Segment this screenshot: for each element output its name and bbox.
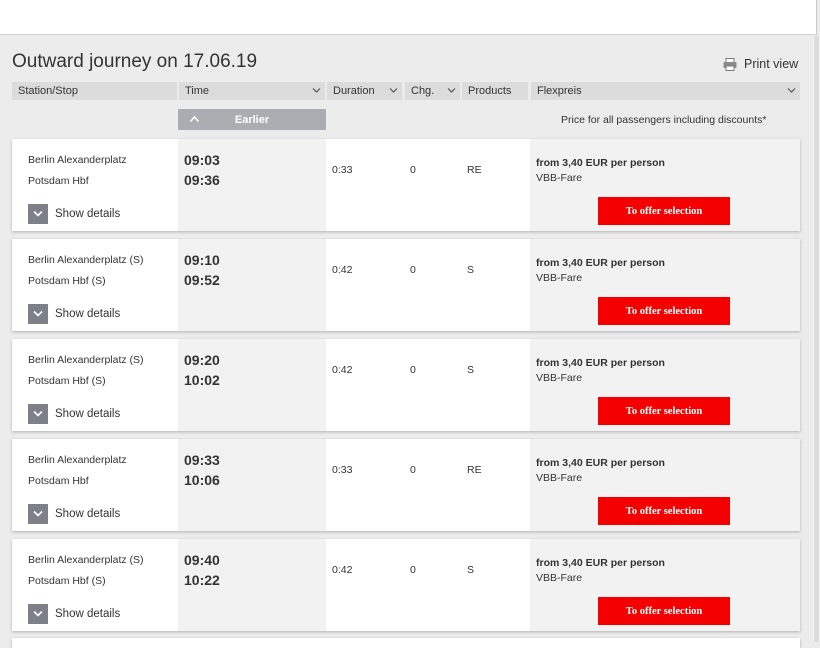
products: S	[467, 364, 475, 376]
connection-card: Berlin Alexanderplatz (S) Potsdam Hbf (S…	[12, 239, 800, 331]
show-details-label: Show details	[55, 607, 121, 620]
column-header-products: Products	[462, 82, 528, 100]
departure-time: 09:03	[184, 152, 220, 168]
fare-name: VBB-Fare	[536, 272, 583, 284]
chevron-down-icon	[28, 503, 48, 524]
print-view-link[interactable]: Print view	[723, 55, 798, 73]
departure-time: 09:20	[184, 352, 220, 368]
connection-card: Berlin Alexanderplatz (S) Potsdam Hbf (S…	[12, 539, 800, 631]
column-header-changes[interactable]: Chg.	[405, 82, 460, 100]
arrival-station: Potsdam Hbf (S)	[28, 575, 106, 587]
offer-selection-button[interactable]: To offer selection	[598, 297, 730, 325]
duration: 0:42	[332, 264, 353, 276]
duration: 0:42	[332, 564, 353, 576]
price-text: from 3,40 EUR per person	[536, 357, 665, 369]
chevron-down-icon	[28, 603, 48, 624]
changes: 0	[410, 564, 416, 576]
chevron-up-icon	[189, 115, 200, 123]
departure-station: Berlin Alexanderplatz (S)	[28, 554, 144, 566]
chevron-down-icon	[787, 88, 796, 93]
show-details-label: Show details	[55, 407, 121, 420]
duration: 0:33	[332, 464, 353, 476]
scrollbar-thumb[interactable]	[814, 36, 819, 642]
fare-name: VBB-Fare	[536, 372, 583, 384]
connection-card: Berlin Alexanderplatz (S) Potsdam Hbf (S…	[12, 339, 800, 431]
column-header-time[interactable]: Time	[179, 82, 325, 100]
offer-selection-button[interactable]: To offer selection	[598, 397, 730, 425]
printer-icon	[723, 57, 737, 71]
print-view-label: Print view	[744, 57, 799, 71]
products: S	[467, 564, 475, 576]
products: RE	[467, 164, 482, 176]
price-text: from 3,40 EUR per person	[536, 457, 665, 469]
changes: 0	[410, 264, 416, 276]
column-header-duration[interactable]: Duration	[327, 82, 402, 100]
offer-selection-button[interactable]: To offer selection	[598, 197, 730, 225]
chevron-down-icon	[28, 403, 48, 424]
fare-name: VBB-Fare	[536, 572, 583, 584]
offer-selection-button[interactable]: To offer selection	[598, 497, 730, 525]
show-details-toggle[interactable]: Show details	[28, 503, 120, 524]
departure-time: 09:10	[184, 252, 220, 268]
arrival-time: 10:06	[184, 472, 220, 488]
connection-card: Berlin Alexanderplatz Potsdam Hbf 09:03 …	[12, 139, 800, 231]
column-header-flexpreis[interactable]: Flexpreis	[531, 82, 800, 100]
departure-station: Berlin Alexanderplatz (S)	[28, 254, 144, 266]
page-title: Outward journey on 17.06.19	[12, 51, 258, 72]
arrival-station: Potsdam Hbf (S)	[28, 375, 106, 387]
arrival-station: Potsdam Hbf (S)	[28, 275, 106, 287]
changes: 0	[410, 164, 416, 176]
connection-card-partial	[12, 638, 800, 648]
chevron-down-icon	[447, 88, 456, 93]
price-text: from 3,40 EUR per person	[536, 157, 665, 169]
price-text: from 3,40 EUR per person	[536, 257, 665, 269]
departure-time: 09:33	[184, 452, 220, 468]
duration: 0:42	[332, 364, 353, 376]
changes: 0	[410, 364, 416, 376]
arrival-time: 09:36	[184, 172, 220, 188]
changes: 0	[410, 464, 416, 476]
show-details-toggle[interactable]: Show details	[28, 303, 120, 324]
show-details-label: Show details	[55, 207, 121, 220]
top-bar	[0, 0, 817, 35]
earlier-label: Earlier	[234, 113, 270, 126]
arrival-station: Potsdam Hbf	[28, 475, 89, 487]
chevron-down-icon	[312, 88, 321, 93]
arrival-time: 09:52	[184, 272, 220, 288]
fare-name: VBB-Fare	[536, 172, 583, 184]
earlier-button[interactable]: Earlier	[178, 109, 326, 130]
chevron-down-icon	[28, 303, 48, 324]
column-header-station: Station/Stop	[12, 82, 177, 100]
departure-time: 09:40	[184, 552, 220, 568]
departure-station: Berlin Alexanderplatz	[28, 154, 127, 166]
chevron-down-icon	[28, 203, 48, 224]
show-details-label: Show details	[55, 507, 121, 520]
price-note: Price for all passengers including disco…	[561, 114, 767, 126]
departure-station: Berlin Alexanderplatz (S)	[28, 354, 144, 366]
products: RE	[467, 464, 482, 476]
show-details-toggle[interactable]: Show details	[28, 403, 120, 424]
duration: 0:33	[332, 164, 353, 176]
connection-card: Berlin Alexanderplatz Potsdam Hbf 09:33 …	[12, 439, 800, 531]
offer-selection-button[interactable]: To offer selection	[598, 597, 730, 625]
fare-name: VBB-Fare	[536, 472, 583, 484]
products: S	[467, 264, 475, 276]
arrival-time: 10:02	[184, 372, 220, 388]
show-details-toggle[interactable]: Show details	[28, 203, 120, 224]
departure-station: Berlin Alexanderplatz	[28, 454, 127, 466]
show-details-label: Show details	[55, 307, 121, 320]
arrival-station: Potsdam Hbf	[28, 175, 89, 187]
price-text: from 3,40 EUR per person	[536, 557, 665, 569]
show-details-toggle[interactable]: Show details	[28, 603, 120, 624]
arrival-time: 10:22	[184, 572, 220, 588]
chevron-down-icon	[389, 88, 398, 93]
